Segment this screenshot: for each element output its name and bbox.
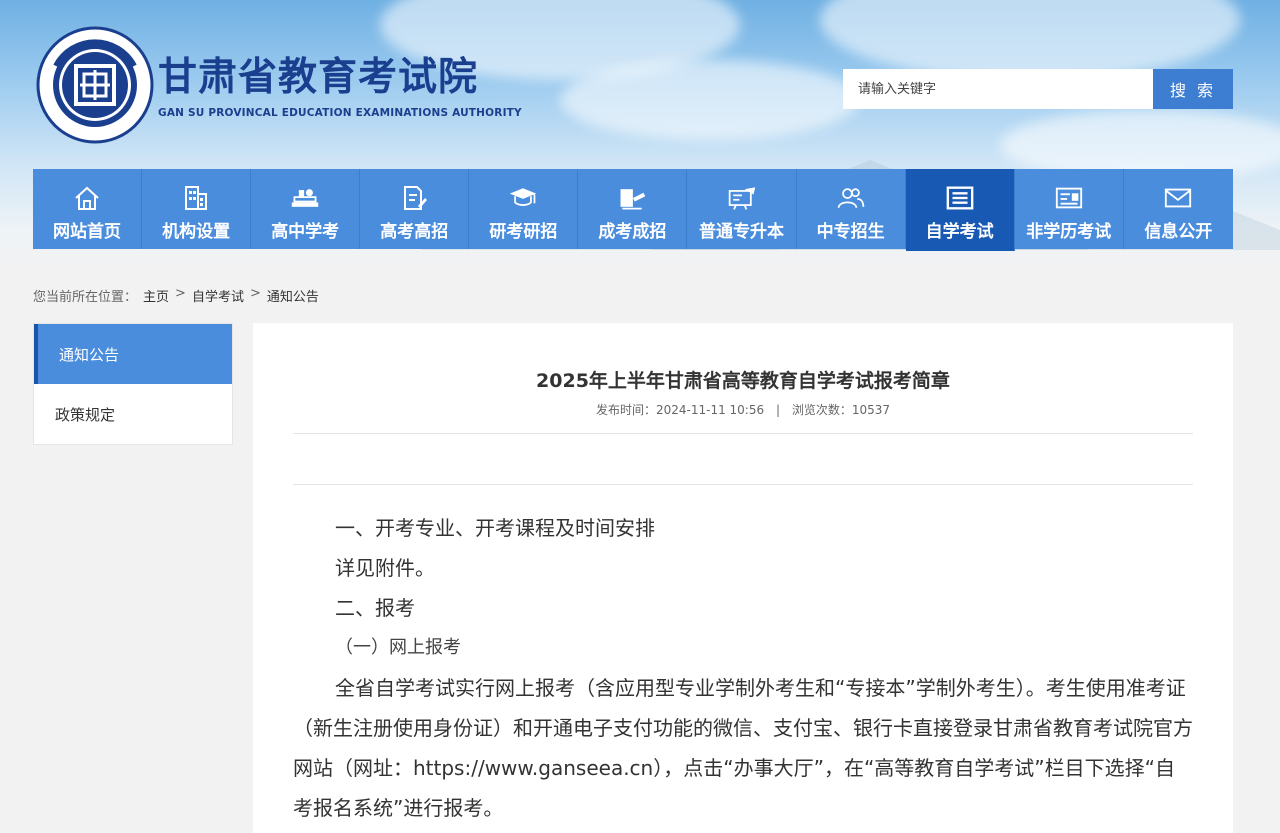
view-count: 浏览次数：10537 (791, 403, 891, 417)
document-pen-icon (399, 183, 429, 213)
home-icon (72, 183, 102, 213)
sidebar: 通知公告 政策规定 (33, 323, 233, 445)
nav-label: 中专招生 (816, 222, 885, 242)
id-card-icon (1054, 183, 1084, 213)
breadcrumb: 您当前所在位置： 主页 > 自学考试 > 通知公告 (33, 286, 319, 305)
main-nav: 网站首页 机构设置 高中学考 高考高招 研考研招 成考成招 普通专升本 中专招生… (33, 169, 1233, 251)
article-title: 2025年上半年甘肃省高等教育自学考试报考简章 (536, 370, 950, 392)
paragraph: 二、报考 (335, 596, 415, 620)
site-subtitle: GAN SU PROVINCAL EDUCATION EXAMINATIONS … (158, 107, 522, 119)
search-input[interactable] (843, 69, 1153, 109)
nav-item-gaokao[interactable]: 高考高招 (360, 169, 470, 249)
nav-item-organization[interactable]: 机构设置 (142, 169, 252, 249)
nav-item-secondary-enrollment[interactable]: 中专招生 (796, 169, 906, 249)
book-pen-icon (617, 183, 647, 213)
graduation-cap-icon (508, 183, 538, 213)
nav-label: 高考高招 (380, 222, 449, 242)
paragraph: 详见附件。 (335, 556, 435, 580)
nav-label: 机构设置 (162, 222, 231, 242)
list-doc-icon (945, 183, 975, 213)
nav-label: 非学历考试 (1026, 222, 1112, 242)
authority-logo[interactable] (34, 26, 156, 144)
nav-item-upgrade-exam[interactable]: 普通专升本 (687, 169, 797, 249)
nav-label: 信息公开 (1144, 222, 1213, 242)
users-icon (836, 183, 866, 213)
publish-time: 发布时间：2024-11-11 10:56 (595, 403, 765, 417)
breadcrumb-notices[interactable]: 通知公告 (267, 286, 319, 305)
meta-separator: | (775, 403, 780, 417)
sidebar-item-policies[interactable]: 政策规定 (34, 384, 232, 444)
nav-item-self-study-exam[interactable]: 自学考试 (905, 169, 1015, 251)
nav-item-info-disclosure[interactable]: 信息公开 (1123, 169, 1233, 249)
article-panel: 2025年上半年甘肃省高等教育自学考试报考简章 发布时间：2024-11-11 … (253, 323, 1233, 833)
search-button[interactable]: 搜 索 (1153, 69, 1233, 109)
breadcrumb-home[interactable]: 主页 (143, 286, 169, 305)
building-icon (181, 183, 211, 213)
nav-item-adult-exam[interactable]: 成考成招 (578, 169, 688, 249)
breadcrumb-separator: > (249, 286, 261, 301)
breadcrumb-self-study[interactable]: 自学考试 (192, 286, 244, 305)
paragraph: （一）网上报考 (335, 637, 461, 658)
sidebar-item-notices[interactable]: 通知公告 (34, 324, 232, 384)
nav-label: 普通专升本 (699, 222, 784, 242)
divider (293, 433, 1193, 434)
paragraph: 一、开考专业、开考课程及时间安排 (335, 516, 655, 540)
nav-item-home[interactable]: 网站首页 (33, 169, 143, 249)
nav-item-graduate-exam[interactable]: 研考研招 (469, 169, 579, 249)
nav-label: 研考研招 (489, 222, 558, 242)
nav-item-high-school-exam[interactable]: 高中学考 (251, 169, 361, 249)
paragraph: 全省自学考试实行网上报考（含应用型专业学制外考生和“专接本”学制外考生）。考生使… (293, 676, 1193, 820)
breadcrumb-separator: > (175, 286, 186, 301)
divider (293, 484, 1193, 485)
article-body: 一、开考专业、开考课程及时间安排 详见附件。 二、报考 （一）网上报考 全省自学… (293, 508, 1193, 828)
presentation-icon (727, 183, 757, 213)
nav-label: 网站首页 (53, 222, 122, 242)
envelope-icon (1163, 183, 1193, 213)
article-meta: 发布时间：2024-11-11 10:56 | 浏览次数：10537 (253, 401, 1233, 418)
nav-label: 成考成招 (598, 222, 667, 242)
nav-label: 高中学考 (271, 222, 340, 242)
nav-label: 自学考试 (925, 222, 994, 242)
nav-item-non-degree-exam[interactable]: 非学历考试 (1014, 169, 1124, 249)
books-icon (290, 183, 320, 213)
breadcrumb-prefix: 您当前所在位置： (33, 290, 138, 305)
site-title[interactable]: 甘肃省教育考试院 (158, 58, 478, 97)
